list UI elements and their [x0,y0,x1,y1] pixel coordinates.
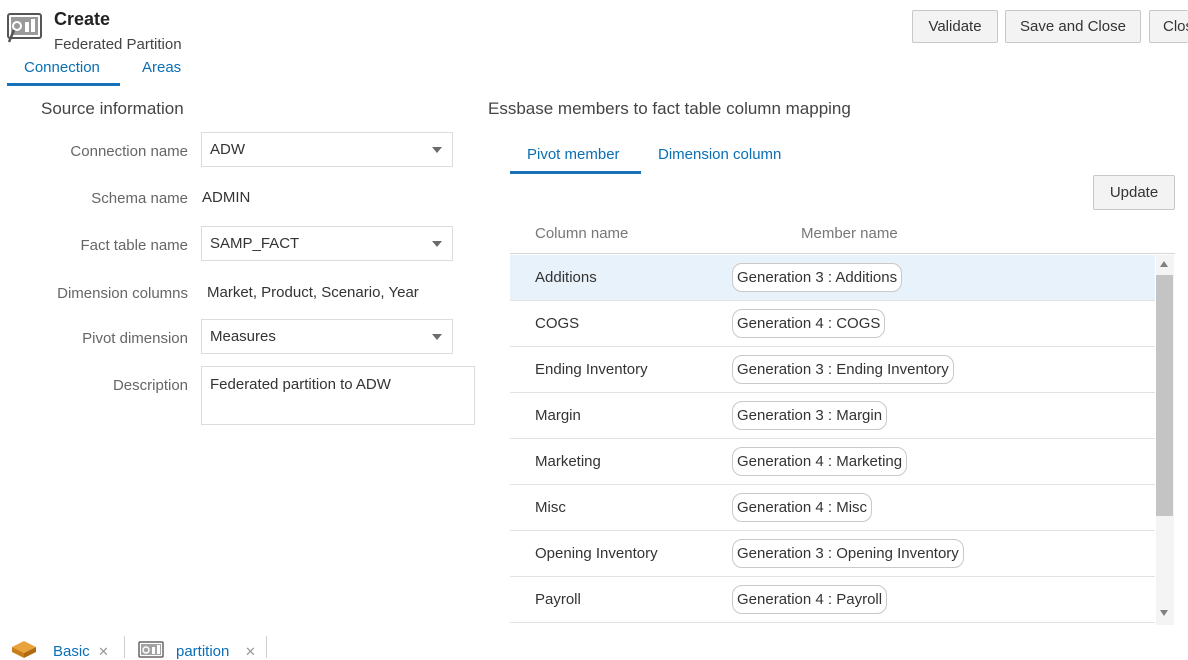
connection-name-label: Connection name [70,143,188,160]
scroll-up-icon[interactable] [1160,261,1168,267]
column-name-header: Column name [535,225,629,242]
pivot-dimension-label: Pivot dimension [82,330,188,347]
pivot-dimension-value: Measures [210,328,276,345]
column-name-cell: Misc [535,499,566,516]
column-name-cell: Margin [535,407,581,424]
fact-table-name-label: Fact table name [80,237,188,254]
member-chip[interactable]: Generation 4 : Marketing [732,447,908,476]
column-name-cell: Ending Inventory [535,361,648,378]
column-name-cell: Marketing [535,453,601,470]
table-row[interactable]: Marketing Generation 4 : Marketing [510,439,1155,485]
table-row[interactable]: Additions Generation 3 : Additions [510,255,1155,301]
member-chip[interactable]: Generation 4 : Payroll [732,585,888,614]
fact-table-name-select[interactable]: SAMP_FACT [201,226,453,261]
connection-name-select[interactable]: ADW [201,132,453,167]
partition-icon [138,641,164,658]
chevron-down-icon [432,241,442,247]
update-button[interactable]: Update [1093,175,1175,210]
tab-pivot-member[interactable]: Pivot member [527,146,620,163]
tab-connection[interactable]: Connection [24,59,100,76]
column-name-cell: Opening Inventory [535,545,658,562]
member-chip[interactable]: Generation 3 : Opening Inventory [732,539,964,568]
tab-divider [124,636,125,658]
table-row[interactable]: Margin Generation 3 : Margin [510,393,1155,439]
mapping-title: Essbase members to fact table column map… [488,99,851,118]
member-chip[interactable]: Generation 4 : COGS [732,309,886,338]
dimension-columns-value: Market, Product, Scenario, Year [207,284,419,301]
tab-divider [266,636,267,658]
chevron-down-icon [432,334,442,340]
fact-table-name-value: SAMP_FACT [210,235,300,252]
table-divider [510,253,1175,254]
table-row[interactable]: Misc Generation 4 : Misc [510,485,1155,531]
chevron-down-icon [432,147,442,153]
column-name-cell: Payroll [535,591,581,608]
bottom-tab-basic[interactable]: Basic [53,643,90,660]
member-name-header: Member name [801,225,898,242]
table-row[interactable]: Payroll Generation 4 : Payroll [510,577,1155,623]
validate-button[interactable]: Validate [912,10,998,43]
description-label: Description [112,377,188,394]
bottom-tab-partition[interactable]: partition [176,643,229,660]
member-chip[interactable]: Generation 3 : Additions [732,263,903,292]
description-textarea[interactable]: Federated partition to ADW [201,366,475,425]
page-title: Create [54,9,111,29]
column-name-cell: Additions [535,269,597,286]
pivot-dimension-select[interactable]: Measures [201,319,453,354]
scroll-down-icon[interactable] [1160,610,1168,616]
scrollbar-thumb[interactable] [1156,275,1173,516]
active-subtab-indicator [510,171,641,174]
table-row[interactable]: Ending Inventory Generation 3 : Ending I… [510,347,1155,393]
connection-name-value: ADW [210,141,245,158]
column-name-cell: COGS [535,315,580,332]
member-chip[interactable]: Generation 4 : Misc [732,493,873,522]
cube-icon [12,641,36,658]
table-row[interactable]: Opening Inventory Generation 3 : Opening… [510,531,1155,577]
tab-areas[interactable]: Areas [142,59,181,76]
source-information-title: Source information [41,99,184,118]
partition-icon [7,13,42,43]
page-subtitle: Federated Partition [54,36,182,53]
member-chip[interactable]: Generation 3 : Ending Inventory [732,355,954,384]
schema-name-value: ADMIN [202,189,251,206]
member-chip[interactable]: Generation 3 : Margin [732,401,888,430]
table-row[interactable]: COGS Generation 4 : COGS [510,301,1155,347]
schema-name-label: Schema name [91,190,188,207]
active-tab-indicator [7,83,120,86]
close-button[interactable]: Close [1149,10,1188,43]
tab-dimension-column[interactable]: Dimension column [658,146,781,163]
save-and-close-button[interactable]: Save and Close [1005,10,1141,43]
dimension-columns-label: Dimension columns [57,285,188,302]
